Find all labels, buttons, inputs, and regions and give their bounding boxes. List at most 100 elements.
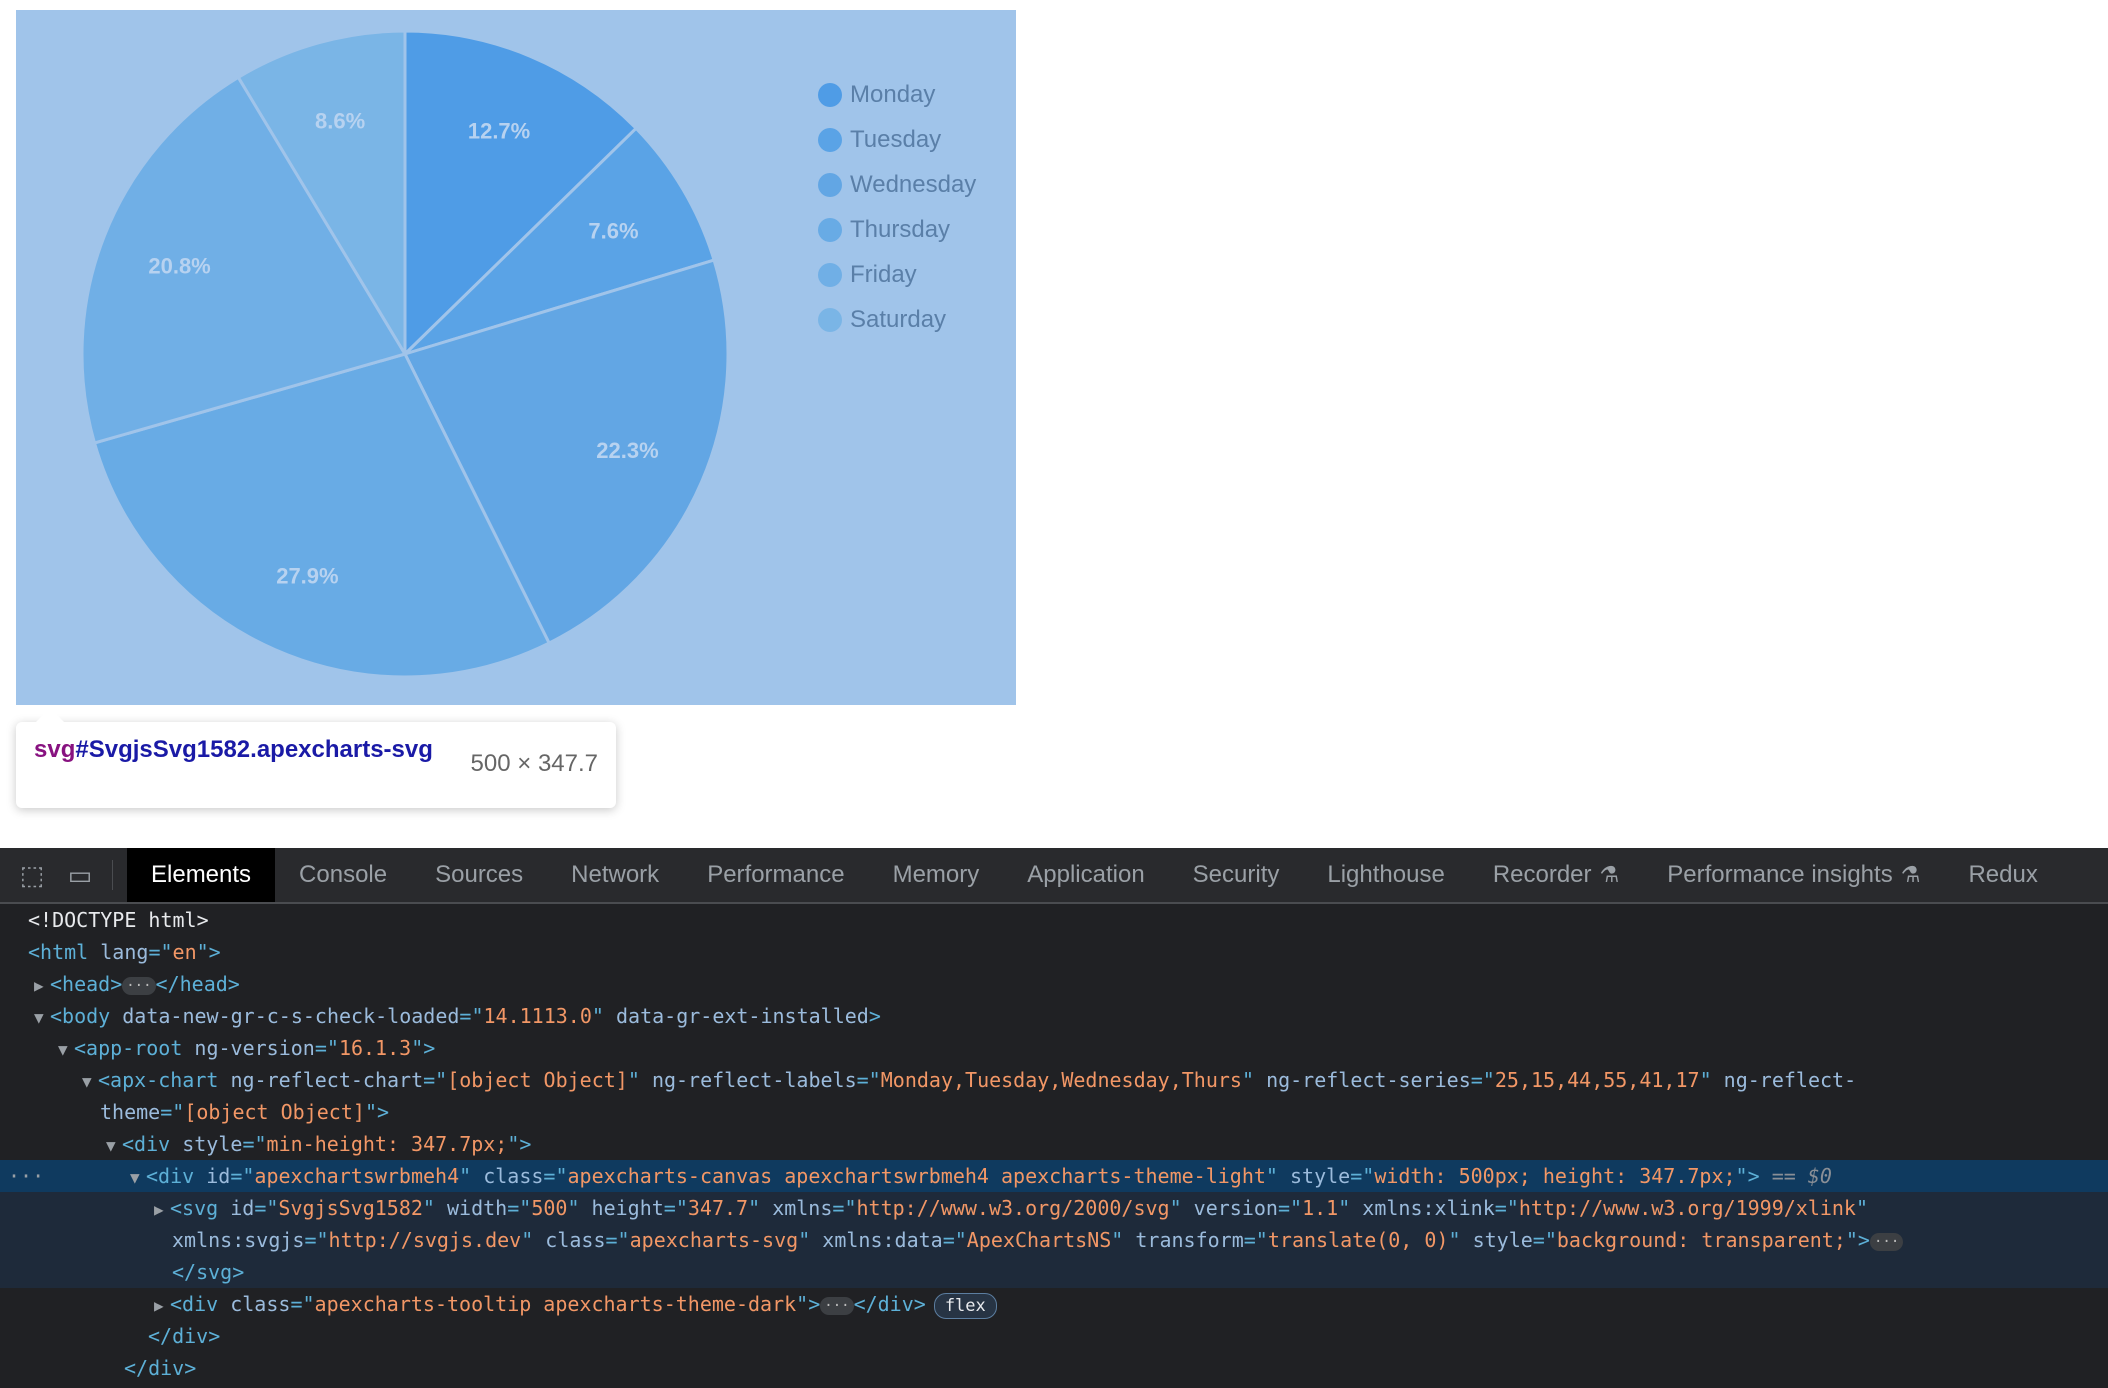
experimental-flask-icon: ⚗ bbox=[1900, 862, 1921, 887]
dom-node-apexcharts-canvas[interactable]: ··· ▼ <div id="apexchartswrbmeh4" class="a… bbox=[0, 1160, 2108, 1192]
apx-chart-value: [object Object] bbox=[447, 1068, 628, 1092]
legend-marker-icon bbox=[818, 217, 842, 242]
devtools-tab-bar: ⬚ ▭ Elements Console Sources Network Perform… bbox=[0, 848, 2108, 904]
dom-node-div-close: </div> bbox=[148, 1324, 221, 1348]
tab-label: Performance bbox=[707, 861, 845, 888]
svg-class-value: apexcharts-svg bbox=[629, 1228, 799, 1252]
tab-recorder[interactable]: Recorder ⚗ bbox=[1469, 848, 1643, 902]
inspect-element-icon[interactable]: ⬚ bbox=[16, 859, 48, 891]
tab-label: Security bbox=[1192, 861, 1280, 888]
svg-svgjs-value: http://svgjs.dev bbox=[328, 1228, 522, 1252]
dom-node-head[interactable]: ▶ <head> ··· </head> bbox=[0, 968, 2108, 1000]
tooltip-tag: svg bbox=[34, 736, 76, 763]
svg-xlink-value: http://www.w3.org/1999/xlink bbox=[1518, 1196, 1856, 1220]
svg-version-value: 1.1 bbox=[1302, 1196, 1339, 1220]
dom-node-body[interactable]: ▼ <body data-new-gr-c-s-check-loaded="14.… bbox=[0, 1000, 2108, 1032]
doctype-text: <!DOCTYPE html> bbox=[28, 908, 209, 932]
legend-item-saturday[interactable]: Saturday bbox=[818, 297, 976, 342]
collapse-triangle-icon[interactable]: ▼ bbox=[106, 1130, 122, 1162]
legend-marker-icon bbox=[818, 82, 842, 107]
dom-node-svg[interactable]: ▶ <svg id="SvgjsSvg1582" width="500" heig… bbox=[0, 1192, 2108, 1224]
tab-performance-insights[interactable]: Performance insights ⚗ bbox=[1643, 848, 1944, 902]
flex-badge[interactable]: flex bbox=[933, 1293, 997, 1319]
expand-triangle-icon[interactable]: ▶ bbox=[154, 1194, 170, 1226]
dom-node-doctype[interactable]: <!DOCTYPE html> bbox=[0, 904, 2108, 936]
dom-node-min-height-div[interactable]: ▼ <div style="min-height: 347.7px;"> bbox=[0, 1128, 2108, 1160]
tab-label: Performance insights bbox=[1667, 861, 1893, 888]
tab-lighthouse[interactable]: Lighthouse bbox=[1303, 848, 1468, 902]
legend-label: Monday bbox=[850, 80, 936, 108]
legend-label: Tuesday bbox=[850, 125, 942, 153]
tab-label: Recorder bbox=[1492, 861, 1592, 888]
legend-label: Wednesday bbox=[850, 170, 977, 198]
tab-label: Application bbox=[1027, 861, 1145, 888]
dom-node-apx-chart-cont: theme="[object Object]"> bbox=[100, 1100, 390, 1124]
slice-data-label: 27.9% bbox=[276, 564, 338, 589]
svg-id-value: SvgjsSvg1582 bbox=[278, 1196, 423, 1220]
tab-network[interactable]: Network bbox=[547, 848, 683, 902]
expand-triangle-icon[interactable]: ▶ bbox=[154, 1290, 170, 1322]
element-inspect-tooltip: svg#SvgjsSvg1582.apexcharts-svg 500 × 34… bbox=[16, 708, 616, 808]
legend-item-wednesday[interactable]: Wednesday bbox=[818, 162, 976, 207]
tooltip-class-value: apexcharts-tooltip apexcharts-theme-dark bbox=[314, 1292, 797, 1316]
apx-series-value: 25,15,44,55,41,17 bbox=[1494, 1068, 1700, 1092]
tab-redux[interactable]: Redux bbox=[1944, 848, 2061, 902]
tab-performance[interactable]: Performance bbox=[683, 848, 868, 902]
chart-legend: Monday Tuesday Wednesday Thursday Friday Satu… bbox=[818, 72, 976, 342]
svg-data-value: ApexChartsNS bbox=[966, 1228, 1112, 1252]
dom-node-svg-close: </svg> bbox=[0, 1256, 2108, 1288]
tab-memory[interactable]: Memory bbox=[869, 848, 1004, 902]
page-viewport: 12.7% 7.6% 22.3% 27.9% 20.8% 8.6% Monday Tuesd… bbox=[0, 0, 2108, 846]
apx-labels-value: Monday,Tuesday,Wednesday,Thurs bbox=[880, 1068, 1242, 1092]
legend-item-monday[interactable]: Monday bbox=[818, 72, 976, 117]
ellipsis-icon[interactable]: ··· bbox=[820, 1296, 854, 1315]
collapse-triangle-icon[interactable]: ▼ bbox=[34, 1002, 50, 1034]
tab-security[interactable]: Security bbox=[1169, 848, 1304, 902]
tab-sources[interactable]: Sources bbox=[411, 848, 547, 902]
collapse-triangle-icon[interactable]: ▼ bbox=[82, 1066, 98, 1098]
legend-item-friday[interactable]: Friday bbox=[818, 252, 976, 297]
ellipsis-icon[interactable]: ··· bbox=[122, 976, 156, 995]
legend-marker-icon bbox=[818, 172, 842, 197]
tooltip-dimensions: 500 × 347.7 bbox=[470, 750, 598, 777]
tab-elements[interactable]: Elements bbox=[127, 848, 276, 902]
div-style-value: min-height: 347.7px; bbox=[266, 1132, 508, 1156]
slice-data-label: 12.7% bbox=[468, 119, 530, 144]
device-toolbar-icon[interactable]: ▭ bbox=[64, 859, 96, 891]
dom-node-svg-cont: xmlns:svgjs="http://svgjs.dev" class="ap… bbox=[0, 1224, 2108, 1256]
dom-node-app-root[interactable]: ▼ <app-root ng-version="16.1.3"> bbox=[0, 1032, 2108, 1064]
tab-console[interactable]: Console bbox=[275, 848, 411, 902]
slice-data-label: 8.6% bbox=[315, 109, 365, 134]
dom-node-tooltip-div[interactable]: ▶ <div class="apexcharts-tooltip apexchar… bbox=[0, 1288, 2108, 1320]
legend-marker-icon bbox=[818, 307, 842, 332]
canvas-class-value: apexcharts-canvas apexchartswrbmeh4 apex… bbox=[567, 1164, 1266, 1188]
elements-dom-tree: <!DOCTYPE html> <html lang="en"> ▶ <head>… bbox=[0, 904, 2108, 1384]
collapse-triangle-icon[interactable]: ▼ bbox=[58, 1034, 74, 1066]
collapse-triangle-icon[interactable]: ▼ bbox=[130, 1162, 146, 1194]
tab-label: Sources bbox=[435, 861, 524, 888]
slice-data-label: 20.8% bbox=[148, 253, 210, 278]
tab-application[interactable]: Application bbox=[1003, 848, 1168, 902]
svg-xmlns-value: http://www.w3.org/2000/svg bbox=[856, 1196, 1170, 1220]
legend-label: Thursday bbox=[850, 215, 951, 243]
slice-data-label: 7.6% bbox=[588, 219, 638, 244]
dom-node-apx-chart[interactable]: ▼ <apx-chart ng-reflect-chart="[object Ob… bbox=[0, 1064, 2108, 1096]
toolbar-divider bbox=[112, 860, 113, 890]
expand-triangle-icon[interactable]: ▶ bbox=[34, 970, 50, 1002]
devtools-panel: ⬚ ▭ Elements Console Sources Network Perform… bbox=[0, 848, 2108, 1388]
legend-label: Saturday bbox=[850, 305, 947, 333]
tooltip-arrow bbox=[36, 708, 64, 722]
more-options-icon[interactable]: ··· bbox=[8, 1160, 44, 1192]
dom-node-html[interactable]: <html lang="en"> bbox=[0, 936, 2108, 968]
legend-marker-icon bbox=[818, 127, 842, 152]
svg-style-value: background: transparent; bbox=[1556, 1228, 1846, 1252]
ellipsis-icon[interactable]: ··· bbox=[1869, 1232, 1904, 1251]
tab-label: Network bbox=[571, 861, 660, 888]
tab-label: Lighthouse bbox=[1327, 861, 1445, 888]
body-attr-value: 14.1113.0 bbox=[483, 1004, 592, 1028]
tab-label: Elements bbox=[151, 861, 252, 888]
legend-item-tuesday[interactable]: Tuesday bbox=[818, 117, 976, 162]
canvas-style-value: width: 500px; height: 347.7px; bbox=[1374, 1164, 1736, 1188]
selected-marker: == $0 bbox=[1771, 1164, 1832, 1188]
legend-item-thursday[interactable]: Thursday bbox=[818, 207, 976, 252]
